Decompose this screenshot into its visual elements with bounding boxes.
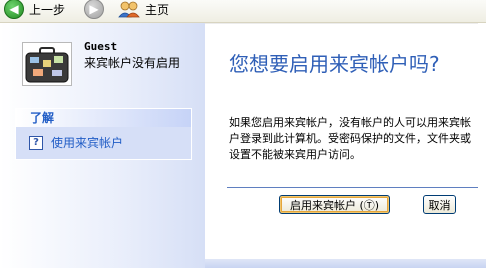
help-icon: ?	[29, 135, 43, 150]
account-status: 来宾帐户没有启用	[84, 56, 181, 70]
cancel-button[interactable]: 取消	[423, 195, 456, 214]
learn-panel: 了解 ? 使用来宾帐户	[15, 108, 192, 160]
right-edge	[478, 23, 486, 259]
enable-guest-button[interactable]: 启用来宾帐户 (Ⓣ)	[279, 195, 390, 214]
suitcase-icon	[22, 42, 72, 86]
back-arrow-icon: ◀	[4, 0, 24, 19]
learn-header: 了解	[16, 109, 191, 127]
bottom-strip	[205, 259, 486, 268]
users-icon	[118, 1, 140, 18]
account-name: Guest	[84, 40, 118, 53]
divider	[227, 187, 479, 188]
toolbar: ◀ 上一步 ▶ 主页	[0, 0, 486, 23]
use-guest-account-link[interactable]: ? 使用来宾帐户	[29, 134, 123, 151]
back-label: 上一步	[29, 2, 66, 17]
back-button[interactable]: ◀ 上一步	[4, 0, 66, 19]
page-title: 您想要启用来宾帐户吗?	[229, 52, 440, 76]
left-pane: Guest 来宾帐户没有启用 了解 ? 使用来宾帐户	[0, 23, 205, 268]
home-label: 主页	[145, 2, 170, 17]
main-pane: 您想要启用来宾帐户吗? 如果您启用来宾帐户，没有帐户的人可以用来宾帐户登录到此计…	[205, 23, 486, 260]
learn-link-label: 使用来宾帐户	[51, 136, 124, 150]
forward-button[interactable]: ▶	[84, 0, 104, 19]
description-text: 如果您启用来宾帐户，没有帐户的人可以用来宾帐户登录到此计算机。受密码保护的文件，…	[229, 116, 471, 161]
home-button[interactable]: 主页	[118, 0, 169, 18]
forward-arrow-icon: ▶	[84, 0, 104, 19]
